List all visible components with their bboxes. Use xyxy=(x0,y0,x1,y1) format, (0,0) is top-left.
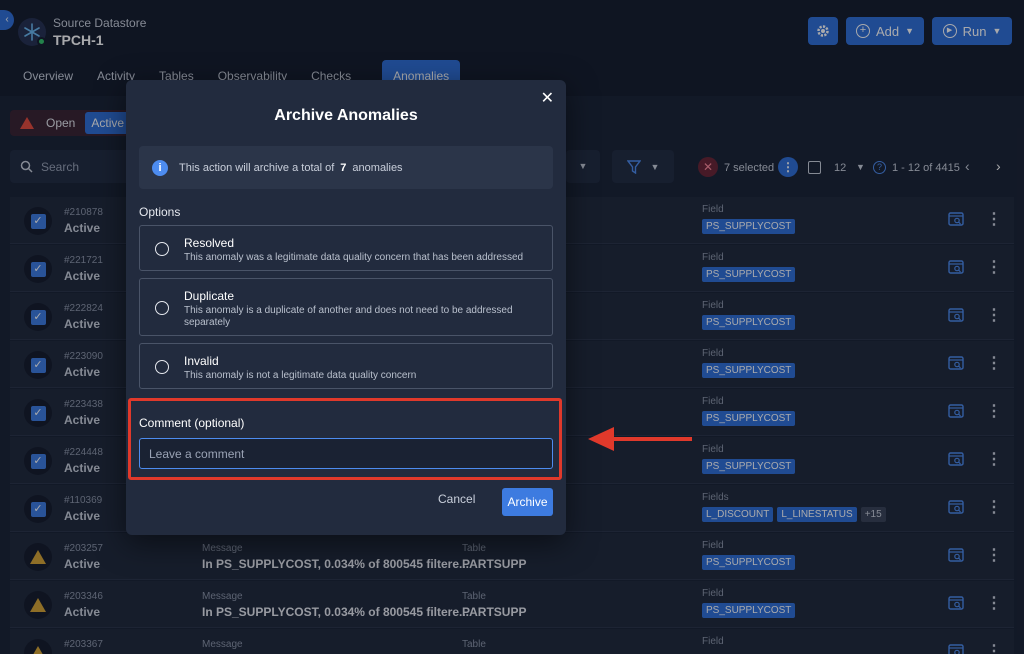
option-description: This anomaly is not a legitimate data qu… xyxy=(184,370,417,381)
option-duplicate[interactable]: Duplicate This anomaly is a duplicate of… xyxy=(139,278,553,336)
cancel-button[interactable]: Cancel xyxy=(438,492,475,506)
close-icon[interactable]: ✕ xyxy=(541,88,554,108)
option-description: This anomaly is a duplicate of another a… xyxy=(184,305,513,328)
arrow-icon xyxy=(588,427,614,451)
option-resolved[interactable]: Resolved This anomaly was a legitimate d… xyxy=(139,225,553,271)
option-title: Duplicate xyxy=(184,289,235,303)
option-invalid[interactable]: Invalid This anomaly is not a legitimate… xyxy=(139,343,553,389)
info-banner: i This action will archive a total of 7 … xyxy=(139,146,553,189)
archive-button[interactable]: Archive xyxy=(502,488,553,516)
option-description: This anomaly was a legitimate data quali… xyxy=(184,252,524,263)
dialog-title: Archive Anomalies xyxy=(274,107,418,124)
comment-highlight-box xyxy=(128,398,562,480)
option-title: Resolved xyxy=(184,236,235,250)
option-title: Invalid xyxy=(184,354,219,368)
info-text: This action will archive a total of xyxy=(179,161,335,174)
options-label: Options xyxy=(139,205,181,219)
radio-resolved[interactable] xyxy=(155,242,169,256)
info-count: 7 xyxy=(340,161,347,174)
radio-invalid[interactable] xyxy=(155,360,169,374)
info-icon: i xyxy=(152,159,168,176)
radio-duplicate[interactable] xyxy=(155,301,169,315)
arrow-shaft xyxy=(612,437,692,441)
info-tail: anomalies xyxy=(352,161,403,174)
